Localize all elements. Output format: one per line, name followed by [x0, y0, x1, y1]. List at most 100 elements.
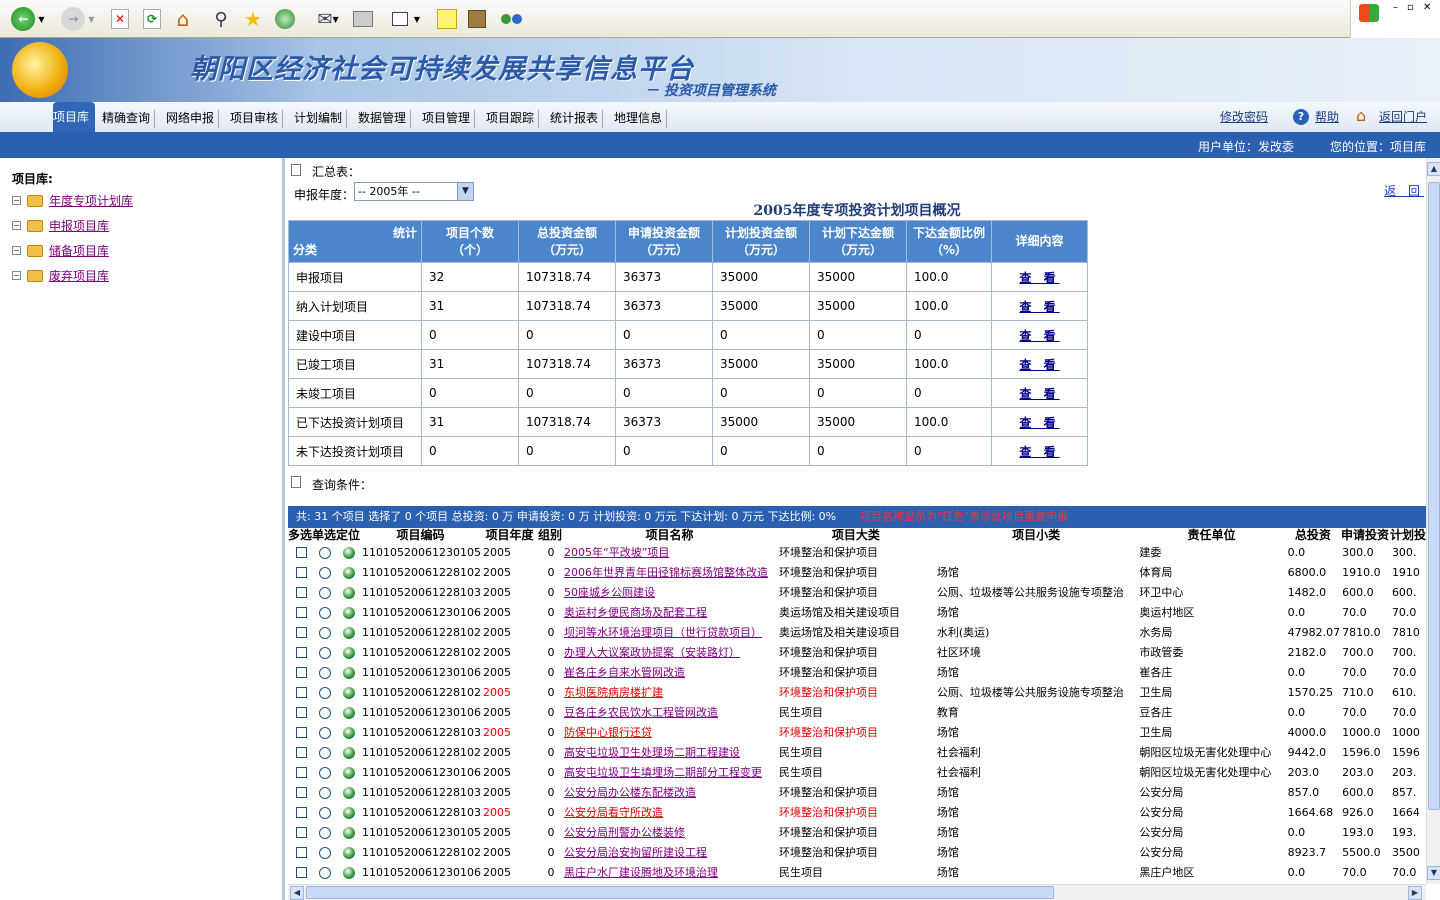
- view-link[interactable]: 查 看: [1019, 445, 1059, 459]
- row-checkbox[interactable]: [295, 547, 307, 558]
- table-row[interactable]: 11010520061230105 2005 0 公安分局刑警办公楼装修 环境整治和保护…: [288, 822, 1426, 842]
- row-radio[interactable]: [319, 686, 332, 699]
- row-checkbox[interactable]: [295, 747, 307, 758]
- refresh-icon[interactable]: ⟳: [140, 5, 164, 33]
- collapse-icon[interactable]: −: [12, 196, 21, 205]
- project-name-link[interactable]: 公安分局治安拘留所建设工程: [564, 846, 707, 859]
- note-icon[interactable]: [434, 5, 460, 33]
- project-name-link[interactable]: 公安分局看守所改造: [564, 806, 663, 819]
- locate-globe-icon[interactable]: [343, 586, 356, 599]
- row-checkbox[interactable]: [295, 567, 307, 578]
- row-checkbox[interactable]: [295, 607, 307, 618]
- sidebar-item-declared[interactable]: − 申报项目库: [12, 217, 109, 234]
- project-name-link[interactable]: 公安分局刑警办公楼装修: [564, 826, 685, 839]
- view-link[interactable]: 查 看: [1019, 387, 1059, 401]
- nav-tab-reports[interactable]: 统计报表: [546, 110, 604, 128]
- view-link[interactable]: 查 看: [1019, 358, 1059, 372]
- locate-globe-icon[interactable]: [343, 866, 356, 879]
- row-radio[interactable]: [319, 666, 332, 679]
- project-name-link[interactable]: 高安屯垃圾卫生填埋场二期部分工程变更: [564, 766, 762, 779]
- project-name-link[interactable]: 50座城乡公厕建设: [564, 586, 655, 599]
- sidebar-item-annual-plan[interactable]: − 年度专项计划库: [12, 192, 133, 209]
- row-radio[interactable]: [319, 546, 332, 559]
- list-col-header[interactable]: 项目大类: [776, 528, 935, 542]
- print-icon[interactable]: [350, 5, 376, 33]
- back-icon[interactable]: ← ▼: [6, 5, 50, 33]
- row-radio[interactable]: [319, 646, 332, 659]
- row-checkbox[interactable]: [295, 587, 307, 598]
- nav-tab-project-review[interactable]: 项目审核: [226, 110, 284, 128]
- sidebar-item-label[interactable]: 储备项目库: [49, 242, 109, 259]
- horizontal-scrollbar[interactable]: ◀ ▶: [288, 884, 1426, 900]
- list-col-header[interactable]: 项目小类: [934, 528, 1138, 542]
- nav-tab-online-declare[interactable]: 网络申报: [162, 110, 220, 128]
- home-icon[interactable]: ⌂: [170, 5, 196, 33]
- table-row[interactable]: 11010520061228102 2005 0 办理人大议案政协提案（安装路灯） 环境…: [288, 642, 1426, 662]
- nav-tab-precise-query[interactable]: 精确查询: [98, 110, 156, 128]
- portal-home-icon[interactable]: ⌂: [1356, 106, 1366, 125]
- table-row[interactable]: 11010520061228102 2005 0 东坝医院病房楼扩建 环境整治和保护项目…: [288, 682, 1426, 702]
- row-radio[interactable]: [319, 606, 332, 619]
- row-radio[interactable]: [319, 566, 332, 579]
- row-checkbox[interactable]: [295, 867, 307, 878]
- list-col-header[interactable]: 组别: [537, 528, 562, 542]
- table-row[interactable]: 11010520061230106 2005 0 黑庄户水厂建设腾地及环境治理 民生项目…: [288, 862, 1426, 882]
- restore-icon[interactable]: ▫: [1407, 2, 1414, 13]
- collapse-icon[interactable]: −: [12, 246, 21, 255]
- list-col-header[interactable]: 总投资: [1285, 528, 1341, 542]
- nav-tab-geo-info[interactable]: 地理信息: [610, 110, 668, 128]
- stop-icon[interactable]: ✕: [108, 5, 132, 33]
- close-icon[interactable]: ✕: [1423, 2, 1431, 13]
- locate-globe-icon[interactable]: [343, 666, 356, 679]
- vertical-scroll-thumb[interactable]: [1428, 182, 1440, 810]
- table-row[interactable]: 11010520061230106 2005 0 奥运村乡便民商场及配套工程 奥运场馆及…: [288, 602, 1426, 622]
- row-checkbox[interactable]: [295, 727, 307, 738]
- row-checkbox[interactable]: [295, 627, 307, 638]
- minimize-icon[interactable]: –: [1393, 2, 1398, 13]
- list-col-header[interactable]: 多选: [288, 528, 313, 542]
- row-checkbox[interactable]: [295, 667, 307, 678]
- edit-icon[interactable]: ▼: [386, 5, 426, 33]
- row-checkbox[interactable]: [295, 807, 307, 818]
- locate-globe-icon[interactable]: [343, 846, 356, 859]
- table-row[interactable]: 11010520061228102 2005 0 2006年世界青年田径锦标赛场馆整体…: [288, 562, 1426, 582]
- view-link[interactable]: 查 看: [1019, 416, 1059, 430]
- list-col-header[interactable]: 申请投资: [1340, 528, 1390, 542]
- row-radio[interactable]: [319, 766, 332, 779]
- mail-icon[interactable]: ✉ ▼: [310, 5, 346, 33]
- table-row[interactable]: 11010520061228102 2005 0 公安分局治安拘留所建设工程 环境整治和…: [288, 842, 1426, 862]
- table-row[interactable]: 11010520061228103 2005 0 公安分局看守所改造 环境整治和保护项目…: [288, 802, 1426, 822]
- return-portal-link[interactable]: 返回门户: [1379, 108, 1427, 125]
- project-name-link[interactable]: 崔各庄乡自来水管网改造: [564, 666, 685, 679]
- locate-globe-icon[interactable]: [343, 626, 356, 639]
- scroll-right-icon[interactable]: ▶: [1408, 886, 1422, 900]
- row-checkbox[interactable]: [295, 767, 307, 778]
- help-link[interactable]: 帮助: [1315, 108, 1339, 125]
- locate-globe-icon[interactable]: [343, 646, 356, 659]
- nav-tab-project-manage[interactable]: 项目管理: [418, 110, 476, 128]
- research-icon[interactable]: [464, 5, 490, 33]
- project-name-link[interactable]: 黑庄户水厂建设腾地及环境治理: [564, 866, 718, 879]
- horizontal-scroll-thumb[interactable]: [306, 886, 1054, 899]
- favorites-icon[interactable]: ★: [240, 5, 266, 33]
- help-icon[interactable]: ?: [1293, 109, 1309, 125]
- project-name-link[interactable]: 东坝医院病房楼扩建: [564, 686, 663, 699]
- locate-globe-icon[interactable]: [343, 806, 356, 819]
- history-icon[interactable]: [272, 5, 298, 33]
- row-checkbox[interactable]: [295, 847, 307, 858]
- project-name-link[interactable]: 豆各庄乡农民饮水工程管网改造: [564, 706, 718, 719]
- locate-globe-icon[interactable]: [343, 766, 356, 779]
- row-checkbox[interactable]: [295, 827, 307, 838]
- row-radio[interactable]: [319, 826, 332, 839]
- locate-globe-icon[interactable]: [343, 686, 356, 699]
- table-row[interactable]: 11010520061230106 2005 0 崔各庄乡自来水管网改造 环境整治和保护…: [288, 662, 1426, 682]
- list-col-header[interactable]: 单选: [312, 528, 337, 542]
- locate-globe-icon[interactable]: [343, 566, 356, 579]
- back-link[interactable]: 返 回: [1384, 182, 1424, 199]
- nav-tab-data-manage[interactable]: 数据管理: [354, 110, 412, 128]
- row-radio[interactable]: [319, 586, 332, 599]
- locate-globe-icon[interactable]: [343, 786, 356, 799]
- nav-tab-plan-compile[interactable]: 计划编制: [290, 110, 348, 128]
- locate-globe-icon[interactable]: [343, 546, 356, 559]
- nav-tab-project-track[interactable]: 项目跟踪: [482, 110, 540, 128]
